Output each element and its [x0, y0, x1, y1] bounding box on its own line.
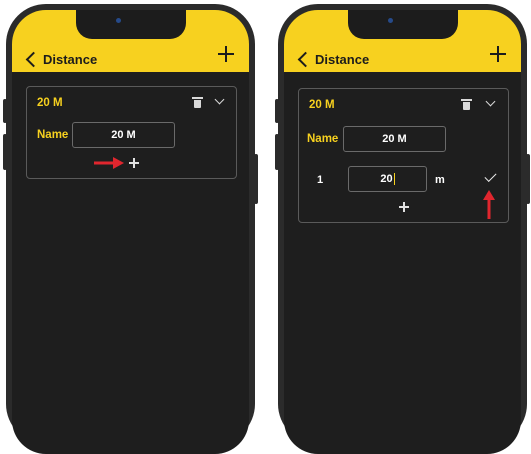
arrow-up-icon — [483, 190, 495, 219]
add-plus-icon[interactable] — [489, 45, 507, 63]
row-index: 1 — [317, 174, 324, 186]
back-label: Distance — [315, 51, 370, 67]
camera-icon — [115, 18, 121, 23]
chevron-down-icon[interactable] — [214, 94, 225, 105]
arrow-right-icon — [94, 157, 124, 169]
distance-card: 20 M Name 20 M — [26, 86, 237, 179]
back-button[interactable]: Distance — [297, 47, 370, 71]
back-button[interactable]: Distance — [25, 47, 98, 71]
app-bar: Distance — [12, 10, 249, 72]
unit-label: m — [435, 174, 445, 186]
name-label: Name — [307, 133, 339, 145]
phone-right: Distance 20 M Name 20 M 1 20 m — [275, 4, 530, 454]
screen-left: Distance 20 M Name 20 M — [12, 10, 249, 454]
phone-side-button — [3, 99, 7, 123]
check-icon[interactable] — [484, 169, 497, 183]
phone-side-button — [254, 154, 258, 204]
back-chevron-icon — [25, 51, 42, 68]
distance-value-field[interactable]: 20 — [348, 166, 427, 192]
phone-side-button — [275, 134, 279, 170]
screen-right: Distance 20 M Name 20 M 1 20 m — [284, 10, 521, 454]
trash-icon[interactable] — [192, 97, 203, 108]
phone-side-button — [275, 99, 279, 123]
name-field[interactable]: 20 M — [343, 126, 446, 152]
text-cursor — [393, 173, 395, 185]
distance-value: 20 — [380, 173, 393, 185]
notch — [347, 10, 458, 39]
distance-card: 20 M Name 20 M 1 20 m — [298, 88, 509, 223]
chevron-down-icon[interactable] — [485, 96, 496, 107]
card-title: 20 M — [37, 97, 63, 109]
add-row-plus-icon[interactable] — [399, 202, 409, 212]
back-label: Distance — [43, 51, 98, 67]
add-plus-icon[interactable] — [217, 45, 235, 63]
phone-side-button — [526, 154, 530, 204]
phone-side-button — [3, 134, 7, 170]
name-field[interactable]: 20 M — [72, 122, 175, 148]
trash-icon[interactable] — [461, 99, 472, 110]
camera-icon — [387, 18, 393, 23]
notch — [75, 10, 186, 39]
card-title: 20 M — [309, 99, 335, 111]
add-row-plus-icon[interactable] — [129, 158, 139, 168]
name-label: Name — [37, 129, 69, 141]
app-bar: Distance — [284, 10, 521, 72]
phone-left: Distance 20 M Name 20 M — [3, 4, 258, 454]
back-chevron-icon — [297, 51, 314, 68]
